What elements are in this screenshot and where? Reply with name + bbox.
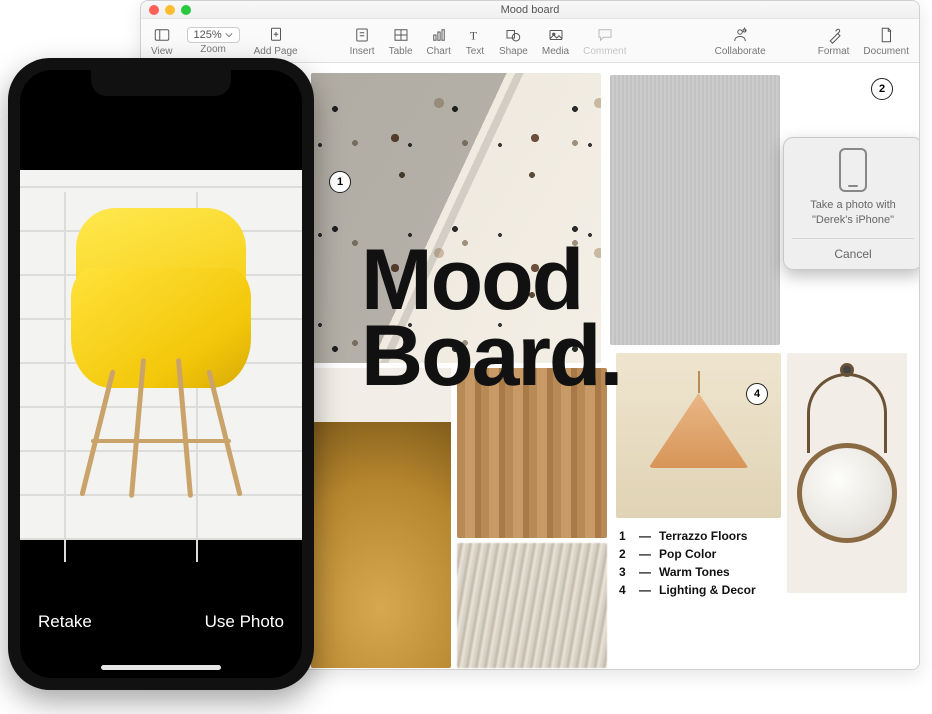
- image-concrete[interactable]: [610, 75, 780, 345]
- toolbar: View 125% Zoom Add Page Insert Table Cha…: [141, 19, 919, 63]
- shape-icon: [503, 25, 523, 45]
- mirror-disc: [797, 443, 897, 543]
- iphone-icon: [839, 148, 867, 192]
- popover-cancel-button[interactable]: Cancel: [792, 238, 914, 269]
- document-label: Document: [863, 46, 909, 57]
- text-label: Text: [466, 46, 484, 57]
- yellow-chair: [51, 198, 271, 498]
- zoom-label: Zoom: [200, 44, 226, 55]
- collaborate-icon: [730, 25, 750, 45]
- iphone-notch: [91, 70, 231, 96]
- svg-text:T: T: [470, 28, 478, 42]
- heading-line-2: Board.: [361, 319, 621, 395]
- popover-message: Take a photo with "Derek's iPhone": [792, 198, 914, 228]
- legend-row: 1—Terrazzo Floors: [619, 529, 756, 543]
- collaborate-button[interactable]: Collaborate: [715, 25, 766, 57]
- text-button[interactable]: T Text: [465, 25, 485, 57]
- use-photo-button[interactable]: Use Photo: [205, 612, 284, 632]
- chart-label: Chart: [427, 46, 451, 57]
- media-icon: [546, 25, 566, 45]
- home-indicator[interactable]: [101, 665, 221, 670]
- document-icon: [876, 25, 896, 45]
- table-icon: [391, 25, 411, 45]
- collaborate-label: Collaborate: [715, 46, 766, 57]
- legend-row: 3—Warm Tones: [619, 565, 756, 579]
- document-button[interactable]: Document: [863, 25, 909, 57]
- chevron-down-icon: [225, 31, 233, 39]
- table-label: Table: [389, 46, 413, 57]
- zoom-value: 125%: [194, 29, 222, 41]
- mirror-strap: [807, 373, 887, 453]
- image-sofa[interactable]: [311, 368, 451, 668]
- view-label: View: [151, 46, 173, 57]
- image-pendant-lamp[interactable]: [616, 353, 781, 518]
- view-icon: [152, 25, 172, 45]
- window-titlebar: Mood board: [141, 1, 919, 19]
- text-icon: T: [465, 25, 485, 45]
- chart-button[interactable]: Chart: [427, 25, 451, 57]
- legend-row: 4—Lighting & Decor: [619, 583, 756, 597]
- zoom-group: 125% Zoom: [187, 27, 240, 55]
- format-button[interactable]: Format: [818, 25, 850, 57]
- insert-label: Insert: [350, 46, 375, 57]
- chart-icon: [429, 25, 449, 45]
- lamp-shape: [649, 371, 749, 468]
- legend-row: 2—Pop Color: [619, 547, 756, 561]
- insert-icon: [352, 25, 372, 45]
- camera-preview: [20, 170, 302, 540]
- callout-4[interactable]: 4: [746, 383, 768, 405]
- add-page-label: Add Page: [254, 46, 298, 57]
- image-mirror[interactable]: [787, 353, 907, 593]
- continuity-camera-popover: Take a photo with "Derek's iPhone" Cance…: [783, 137, 920, 270]
- shape-button[interactable]: Shape: [499, 25, 528, 57]
- insert-button[interactable]: Insert: [350, 25, 375, 57]
- add-page-button[interactable]: Add Page: [254, 25, 298, 57]
- image-fur-rug[interactable]: [457, 543, 607, 668]
- add-page-icon: [266, 25, 286, 45]
- media-label: Media: [542, 46, 569, 57]
- view-button[interactable]: View: [151, 25, 173, 57]
- comment-button: Comment: [583, 25, 626, 57]
- iphone-device: Retake Use Photo: [8, 58, 314, 690]
- shape-label: Shape: [499, 46, 528, 57]
- format-label: Format: [818, 46, 850, 57]
- iphone-screen: Retake Use Photo: [20, 70, 302, 678]
- retake-button[interactable]: Retake: [38, 612, 92, 632]
- document-heading[interactable]: Mood Board.: [361, 243, 621, 394]
- callout-2[interactable]: 2: [871, 78, 893, 100]
- table-button[interactable]: Table: [389, 25, 413, 57]
- format-icon: [824, 25, 844, 45]
- window-title: Mood board: [141, 4, 919, 16]
- callout-1[interactable]: 1: [329, 171, 351, 193]
- comment-label: Comment: [583, 46, 626, 57]
- media-button[interactable]: Media: [542, 25, 569, 57]
- zoom-dropdown[interactable]: 125%: [187, 27, 240, 43]
- legend-list[interactable]: 1—Terrazzo Floors 2—Pop Color 3—Warm Ton…: [619, 529, 756, 601]
- comment-icon: [595, 25, 615, 45]
